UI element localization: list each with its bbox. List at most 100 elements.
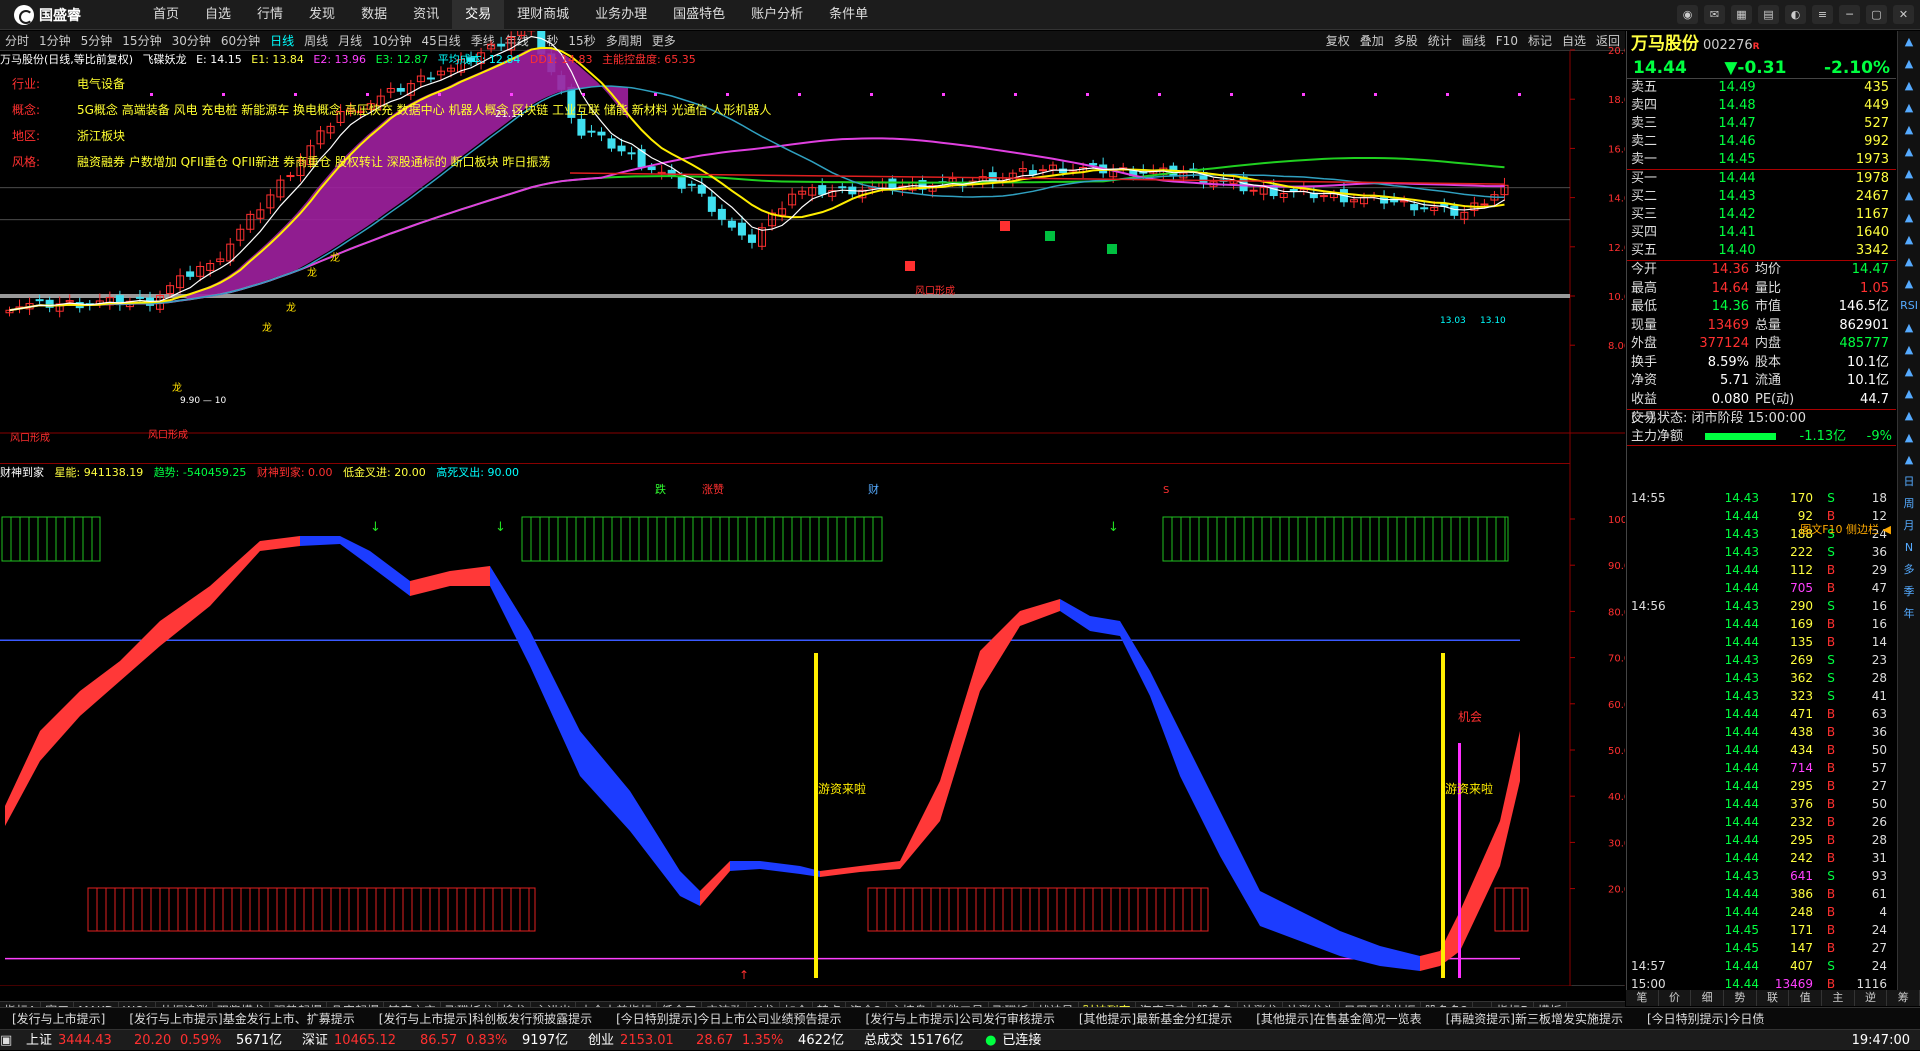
- trade-row: 14:56 14.43 290 S 16: [1627, 597, 1895, 615]
- nav-item[interactable]: 行情: [244, 0, 296, 30]
- side-button[interactable]: ▲: [1898, 53, 1920, 75]
- nav-item[interactable]: 数据: [348, 0, 400, 30]
- side-button[interactable]: ▲: [1898, 273, 1920, 295]
- nav-item[interactable]: 资讯: [400, 0, 452, 30]
- quote-tab[interactable]: 筹: [1887, 990, 1920, 1006]
- quote-tab[interactable]: 势: [1724, 990, 1757, 1006]
- lower-indicator-name[interactable]: 财神到家: [0, 466, 44, 479]
- nav-item[interactable]: 条件单: [816, 0, 881, 30]
- side-button[interactable]: 多: [1898, 559, 1920, 581]
- oscillator-band: [340, 536, 370, 566]
- trade-flag: B: [1826, 815, 1836, 829]
- mail-icon[interactable]: ✉: [1704, 5, 1725, 24]
- maximize-icon[interactable]: ▢: [1866, 5, 1887, 24]
- side-button[interactable]: ▲: [1898, 449, 1920, 471]
- news-item[interactable]: [发行与上市提示]科创板发行预披露提示: [367, 1008, 604, 1029]
- side-button[interactable]: ▲: [1898, 163, 1920, 185]
- stat-label: 外盘: [1631, 336, 1658, 351]
- news-item[interactable]: [发行与上市提示]: [0, 1008, 117, 1029]
- nav-item[interactable]: 国盛特色: [660, 0, 738, 30]
- side-button[interactable]: ▲: [1898, 31, 1920, 53]
- side-button[interactable]: ▲: [1898, 317, 1920, 339]
- candle-body: [497, 43, 506, 47]
- quote-tab[interactable]: 值: [1789, 990, 1823, 1006]
- side-button[interactable]: ▲: [1898, 97, 1920, 119]
- candle-body: [135, 296, 144, 299]
- trade-time: [1627, 885, 1679, 903]
- sz-amount: 9197亿: [522, 1033, 569, 1048]
- side-button[interactable]: ▲: [1898, 361, 1920, 383]
- side-button[interactable]: 月: [1898, 515, 1920, 537]
- trade-price: 14.43: [1724, 869, 1759, 883]
- oscillator-band: [1300, 911, 1340, 956]
- quote-tab[interactable]: 逆: [1855, 990, 1888, 1006]
- nav-item[interactable]: 理财商城: [504, 0, 582, 30]
- side-button[interactable]: N: [1898, 537, 1920, 559]
- trade-marker: [1000, 221, 1010, 231]
- sz-label[interactable]: 深证: [302, 1030, 328, 1050]
- side-button[interactable]: ▲: [1898, 383, 1920, 405]
- side-button[interactable]: ▲: [1898, 405, 1920, 427]
- menu-icon[interactable]: ≡: [1812, 5, 1833, 24]
- side-button[interactable]: ▲: [1898, 427, 1920, 449]
- indicator-name[interactable]: 飞碟妖龙: [143, 53, 187, 66]
- news-item[interactable]: [发行与上市提示]基金发行上市、扩募提示: [117, 1008, 366, 1029]
- f10-link[interactable]: 图文F10 侧边栏 ◀: [1627, 521, 1895, 539]
- nav-item[interactable]: 业务办理: [582, 0, 660, 30]
- skin-icon[interactable]: ◐: [1785, 5, 1806, 24]
- message-icon[interactable]: ◉: [1677, 5, 1698, 24]
- quote-tab[interactable]: 细: [1691, 990, 1725, 1006]
- side-button[interactable]: RSI: [1898, 295, 1920, 317]
- app-logo[interactable]: 国盛睿: [14, 5, 81, 25]
- quote-panel: 万马股份 002276R 14.44 ▼-0.31 -2.10% 卖五 14.49 435…: [1626, 31, 1896, 997]
- side-button[interactable]: ▲: [1898, 251, 1920, 273]
- side-button[interactable]: ▲: [1898, 141, 1920, 163]
- signal-label: 财: [868, 482, 879, 496]
- quote-tab[interactable]: 联: [1757, 990, 1790, 1006]
- side-button[interactable]: ▲: [1898, 119, 1920, 141]
- close-icon[interactable]: ✕: [1893, 5, 1914, 24]
- y-axis-label: 20.00: [1608, 46, 1625, 57]
- side-button[interactable]: 日: [1898, 471, 1920, 493]
- trade-time: [1627, 777, 1679, 795]
- news-item[interactable]: [今日特别提示]今日债: [1635, 1008, 1776, 1029]
- nav-item[interactable]: 首页: [140, 0, 192, 30]
- price-change: ▼-0.31: [1724, 58, 1787, 78]
- trade-list[interactable]: 14:55 14.43 170 S 18 14.44 92 B 12 14.43 188 S 24 14.…: [1627, 489, 1895, 994]
- grid-icon[interactable]: ▤: [1758, 5, 1779, 24]
- quote-tab[interactable]: 笔: [1626, 990, 1659, 1006]
- side-button[interactable]: ▲: [1898, 339, 1920, 361]
- quote-tab[interactable]: 主: [1822, 990, 1855, 1006]
- trade-count: 29: [1871, 563, 1887, 577]
- layout-icon[interactable]: ▦: [1731, 5, 1752, 24]
- side-button[interactable]: ▲: [1898, 229, 1920, 251]
- trade-volume: 135: [1790, 635, 1813, 649]
- nav-item[interactable]: 账户分析: [738, 0, 816, 30]
- stat-value: 14.36: [1711, 262, 1749, 277]
- nav-item[interactable]: 交易: [452, 0, 505, 30]
- side-button[interactable]: 年: [1898, 603, 1920, 625]
- side-button[interactable]: ▲: [1898, 75, 1920, 97]
- news-item[interactable]: [其他提示]在售基金简况一览表: [1244, 1008, 1433, 1029]
- trade-volume: 641: [1790, 869, 1813, 883]
- news-item[interactable]: [今日特别提示]今日上市公司业绩预告提示: [604, 1008, 853, 1029]
- ask-label: 卖三: [1631, 116, 1658, 131]
- candle-body: [737, 222, 746, 236]
- nav-item[interactable]: 自选: [192, 0, 244, 30]
- news-item[interactable]: [发行与上市提示]公司发行审核提示: [854, 1008, 1067, 1029]
- candle-body: [727, 220, 736, 228]
- side-button[interactable]: 季: [1898, 581, 1920, 603]
- side-button[interactable]: ▲: [1898, 185, 1920, 207]
- quote-tab[interactable]: 价: [1659, 990, 1692, 1006]
- side-button[interactable]: ▲: [1898, 207, 1920, 229]
- ask-book: 卖五 14.49 435 卖四 14.48 449 卖三 14.47 527 卖二 14.46 992…: [1627, 79, 1896, 169]
- minimize-icon[interactable]: ─: [1839, 5, 1860, 24]
- side-button[interactable]: 周: [1898, 493, 1920, 515]
- news-item[interactable]: [再融资提示]新三板增发实施提示: [1434, 1008, 1635, 1029]
- stat-label: 流通: [1755, 373, 1782, 388]
- news-item[interactable]: [其他提示]最新基金分红提示: [1067, 1008, 1244, 1029]
- nav-item[interactable]: 发现: [296, 0, 348, 30]
- cy-label[interactable]: 创业: [588, 1030, 614, 1050]
- status-menu-icon[interactable]: ▣: [0, 1030, 20, 1050]
- sh-label[interactable]: 上证: [26, 1030, 52, 1050]
